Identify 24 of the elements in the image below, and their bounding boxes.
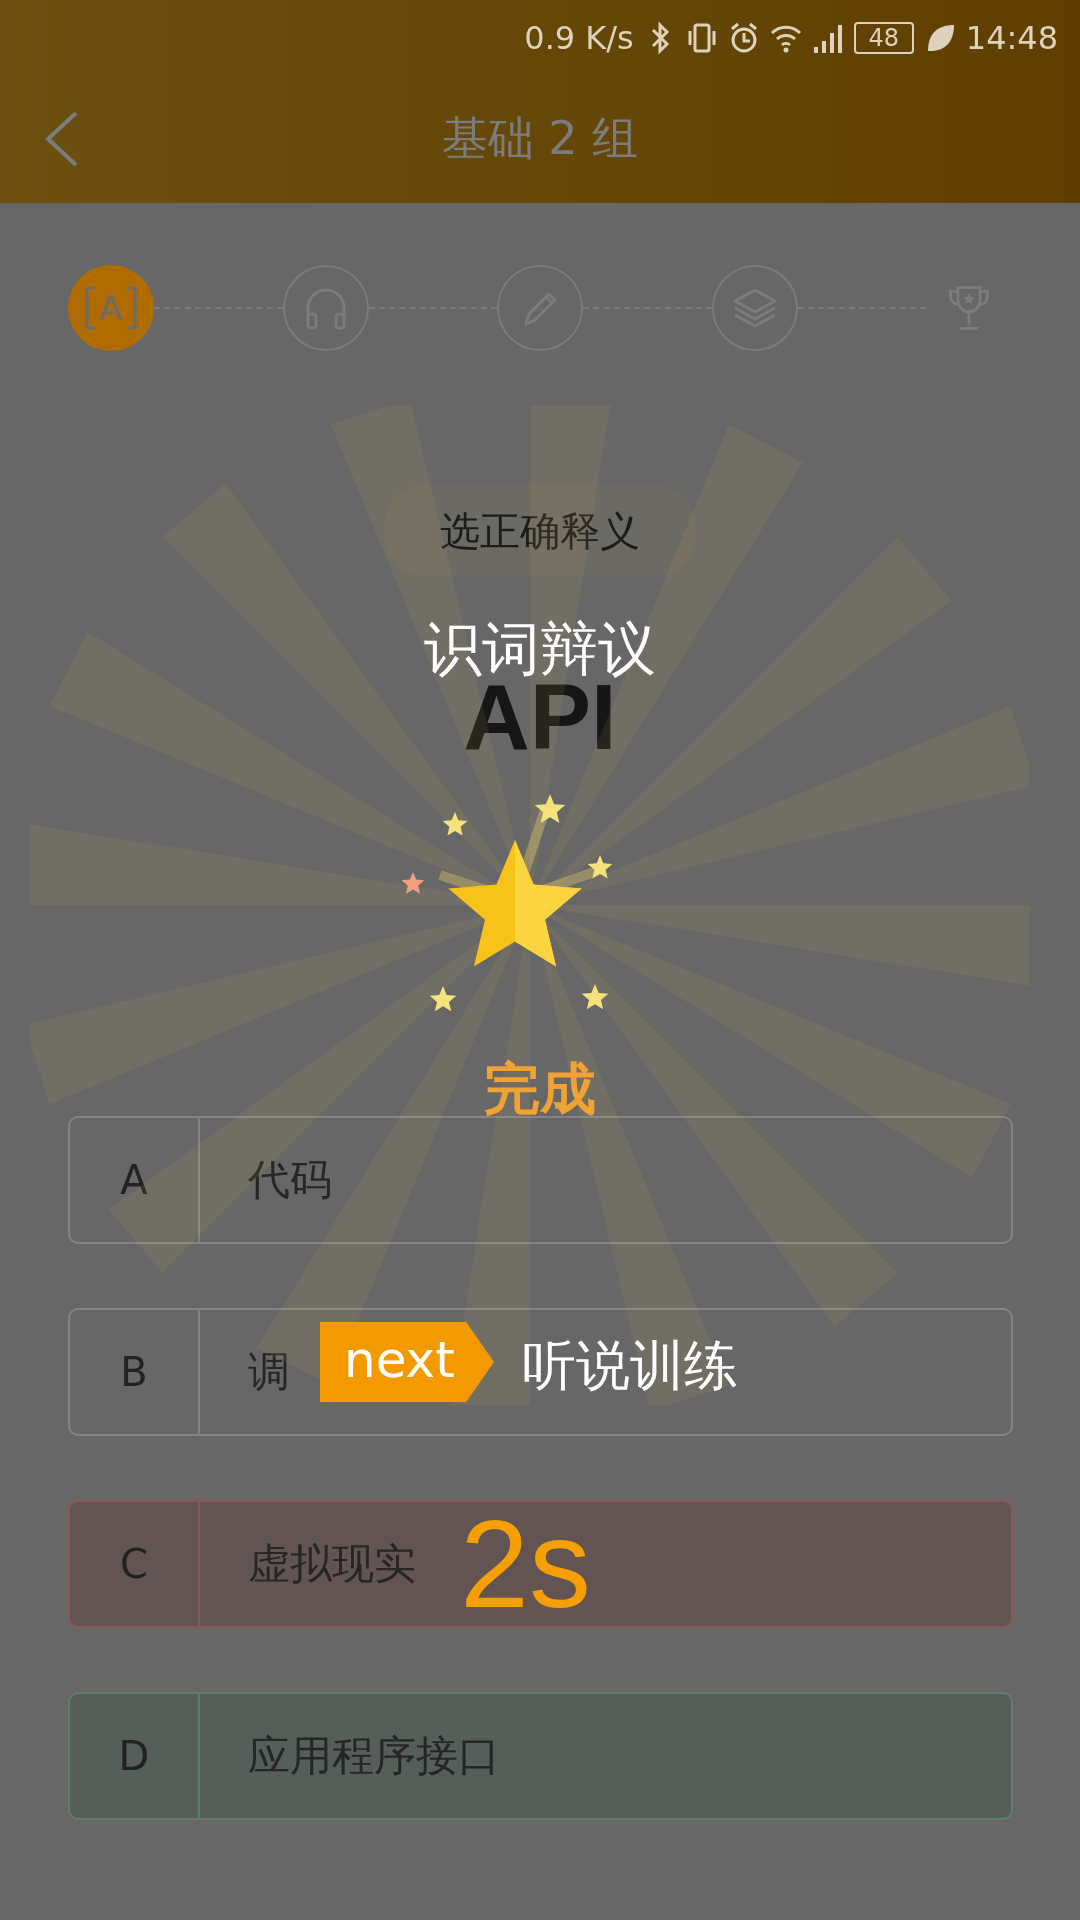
option-letter: B [70, 1310, 200, 1434]
bracket-icon [124, 286, 137, 330]
answer-option[interactable]: C 虚拟现实 2s [68, 1500, 1013, 1628]
option-text: 调 [247, 1346, 290, 1398]
page-title: 基础 2 组 [441, 110, 639, 167]
network-speed: 0.9 K/s [524, 18, 634, 57]
question-word: API [463, 684, 617, 750]
option-letter: D [70, 1694, 200, 1818]
battery-indicator: 48 [853, 21, 914, 54]
stage-title: 识词辩议 [424, 615, 656, 683]
option-text: 应用程序接口 [247, 1730, 500, 1782]
clock: 14:48 [965, 18, 1058, 57]
option-letter: C [70, 1502, 200, 1626]
option-text: 虚拟现实 [247, 1538, 416, 1590]
step-letter: A [99, 288, 123, 328]
next-tag: next [320, 1322, 494, 1402]
option-letter: A [70, 1118, 200, 1242]
answer-option[interactable]: A 代码 [68, 1116, 1013, 1244]
prompt-label: 选正确释义 [385, 486, 695, 576]
bracket-icon [85, 286, 98, 330]
option-text: 代码 [247, 1154, 332, 1206]
countdown-text: 2s [460, 1509, 591, 1619]
next-stage-label: 听说训练 [522, 1333, 738, 1399]
answer-option[interactable]: D 应用程序接口 [68, 1692, 1013, 1820]
